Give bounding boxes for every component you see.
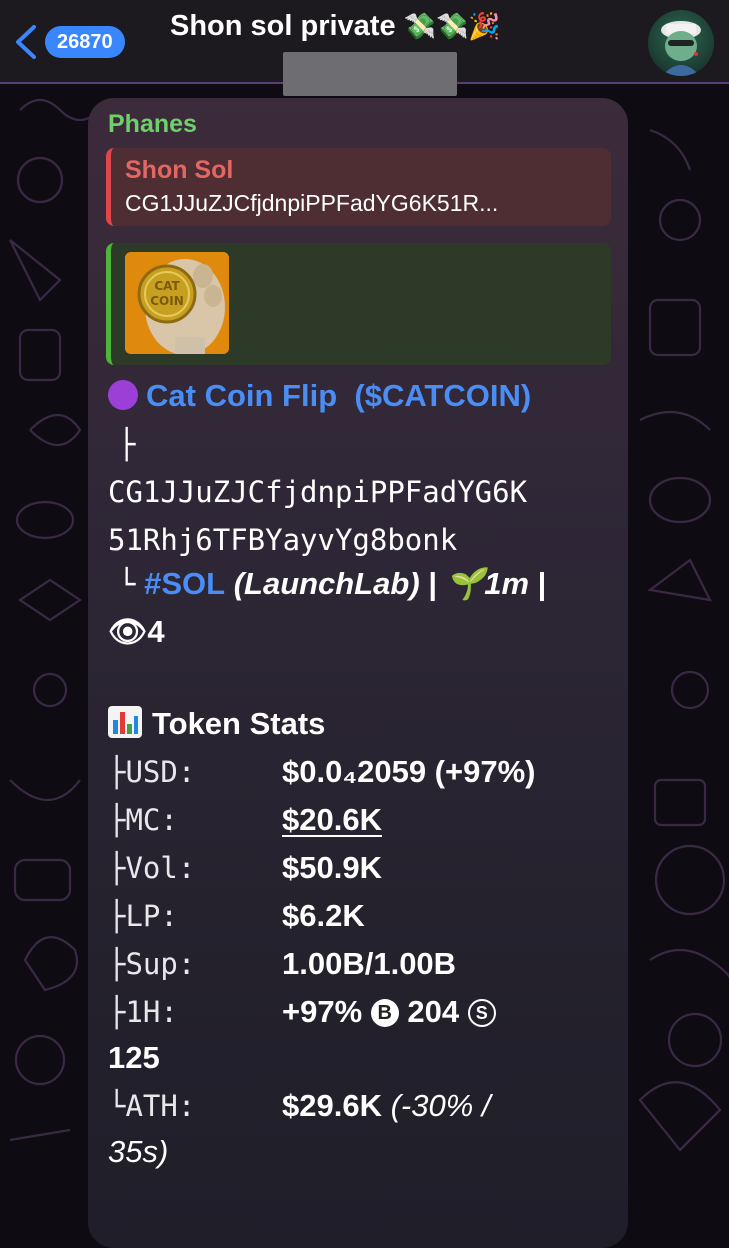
stat-label: ├1H:: [108, 995, 178, 1029]
reply-sender-name: Shon Sol: [125, 156, 234, 184]
buys-icon: B: [370, 999, 399, 1027]
views-count: 4: [147, 614, 165, 649]
separator: |: [537, 566, 547, 601]
cat-coin-thumbnail[interactable]: CAT COIN: [125, 252, 229, 354]
buys-count: 204: [407, 994, 460, 1029]
price-change-1h: +97%: [282, 994, 363, 1029]
token-age: 1m: [484, 566, 530, 601]
stat-label: ├LP:: [108, 899, 178, 933]
unread-count-badge[interactable]: 26870: [45, 26, 125, 58]
token-ticker-link[interactable]: ($CATCOIN): [354, 378, 531, 413]
contract-address-line-2[interactable]: 51Rhj6TFBYayvYg8bonk: [108, 520, 457, 560]
avatar[interactable]: [648, 10, 714, 76]
stat-label: ├Sup:: [108, 947, 196, 981]
stat-value: $50.9K: [282, 850, 382, 885]
chevron-left-icon[interactable]: [12, 24, 40, 60]
stat-label: ├MC:: [108, 803, 178, 837]
stat-label: └ATH:: [108, 1089, 196, 1123]
stat-value: +97% B 204 S: [282, 992, 496, 1032]
stat-value: $0.0₄2059 (+97%): [282, 754, 536, 789]
thumb-text-cat: CAT: [154, 279, 180, 293]
tree-branch: ├: [118, 427, 136, 461]
message-bubble: Phanes Shon Sol CG1JJuZJCfjdnpiPPFadYG6K…: [88, 98, 628, 1248]
stat-value: $29.6K (-30% /: [282, 1086, 491, 1126]
reply-quote[interactable]: Shon Sol CG1JJuZJCfjdnpiPPFadYG6K51R...: [106, 148, 611, 226]
stat-value: $6.2K: [282, 898, 365, 933]
reply-text: CG1JJuZJCfjdnpiPPFadYG6K51R...: [125, 190, 499, 216]
sells-icon: S: [467, 999, 496, 1027]
stat-value: 1.00B/1.00B: [282, 946, 457, 981]
token-stats-heading: Token Stats: [108, 704, 325, 744]
stat-label: ├Vol:: [108, 851, 196, 885]
pinned-message-bar[interactable]: [283, 52, 457, 96]
seedling-icon: 🌱: [445, 566, 485, 602]
sender-name[interactable]: Phanes: [108, 110, 197, 139]
eye-icon: 👁: [108, 614, 148, 650]
token-stats-title: Token Stats: [152, 706, 326, 741]
bar-chart-icon: [108, 706, 142, 738]
separator: |: [428, 566, 437, 601]
ath-change: (-30% /: [390, 1088, 491, 1123]
purple-circle-icon: [108, 380, 138, 410]
market-cap-link[interactable]: $20.6K: [282, 800, 382, 840]
stat-label: ├USD:: [108, 755, 196, 789]
sells-count: 125: [108, 1040, 160, 1075]
ath-time: 35s): [108, 1134, 169, 1169]
chain-info-line: └ #SOL (LaunchLab) | 🌱1m |: [118, 564, 546, 604]
token-name-line: Cat Coin Flip ($CATCOIN): [108, 376, 531, 416]
media-preview[interactable]: CAT COIN: [106, 243, 611, 365]
platform-label: (LaunchLab): [233, 566, 420, 601]
thumb-text-coin: COIN: [150, 294, 184, 308]
views-line: 👁4: [108, 612, 165, 652]
token-name-link[interactable]: Cat Coin Flip: [146, 378, 337, 413]
contract-address-line-1[interactable]: CG1JJuZJCfjdnpiPPFadYG6K: [108, 472, 527, 512]
chain-tag-link[interactable]: #SOL: [144, 566, 225, 601]
tree-end: └: [118, 567, 136, 601]
ath-value: $29.6K: [282, 1088, 382, 1123]
chat-title-text: Shon sol private: [170, 10, 396, 42]
chat-title[interactable]: Shon sol private 💸💸🎉: [170, 10, 501, 43]
title-emojis: 💸💸🎉: [403, 12, 501, 42]
